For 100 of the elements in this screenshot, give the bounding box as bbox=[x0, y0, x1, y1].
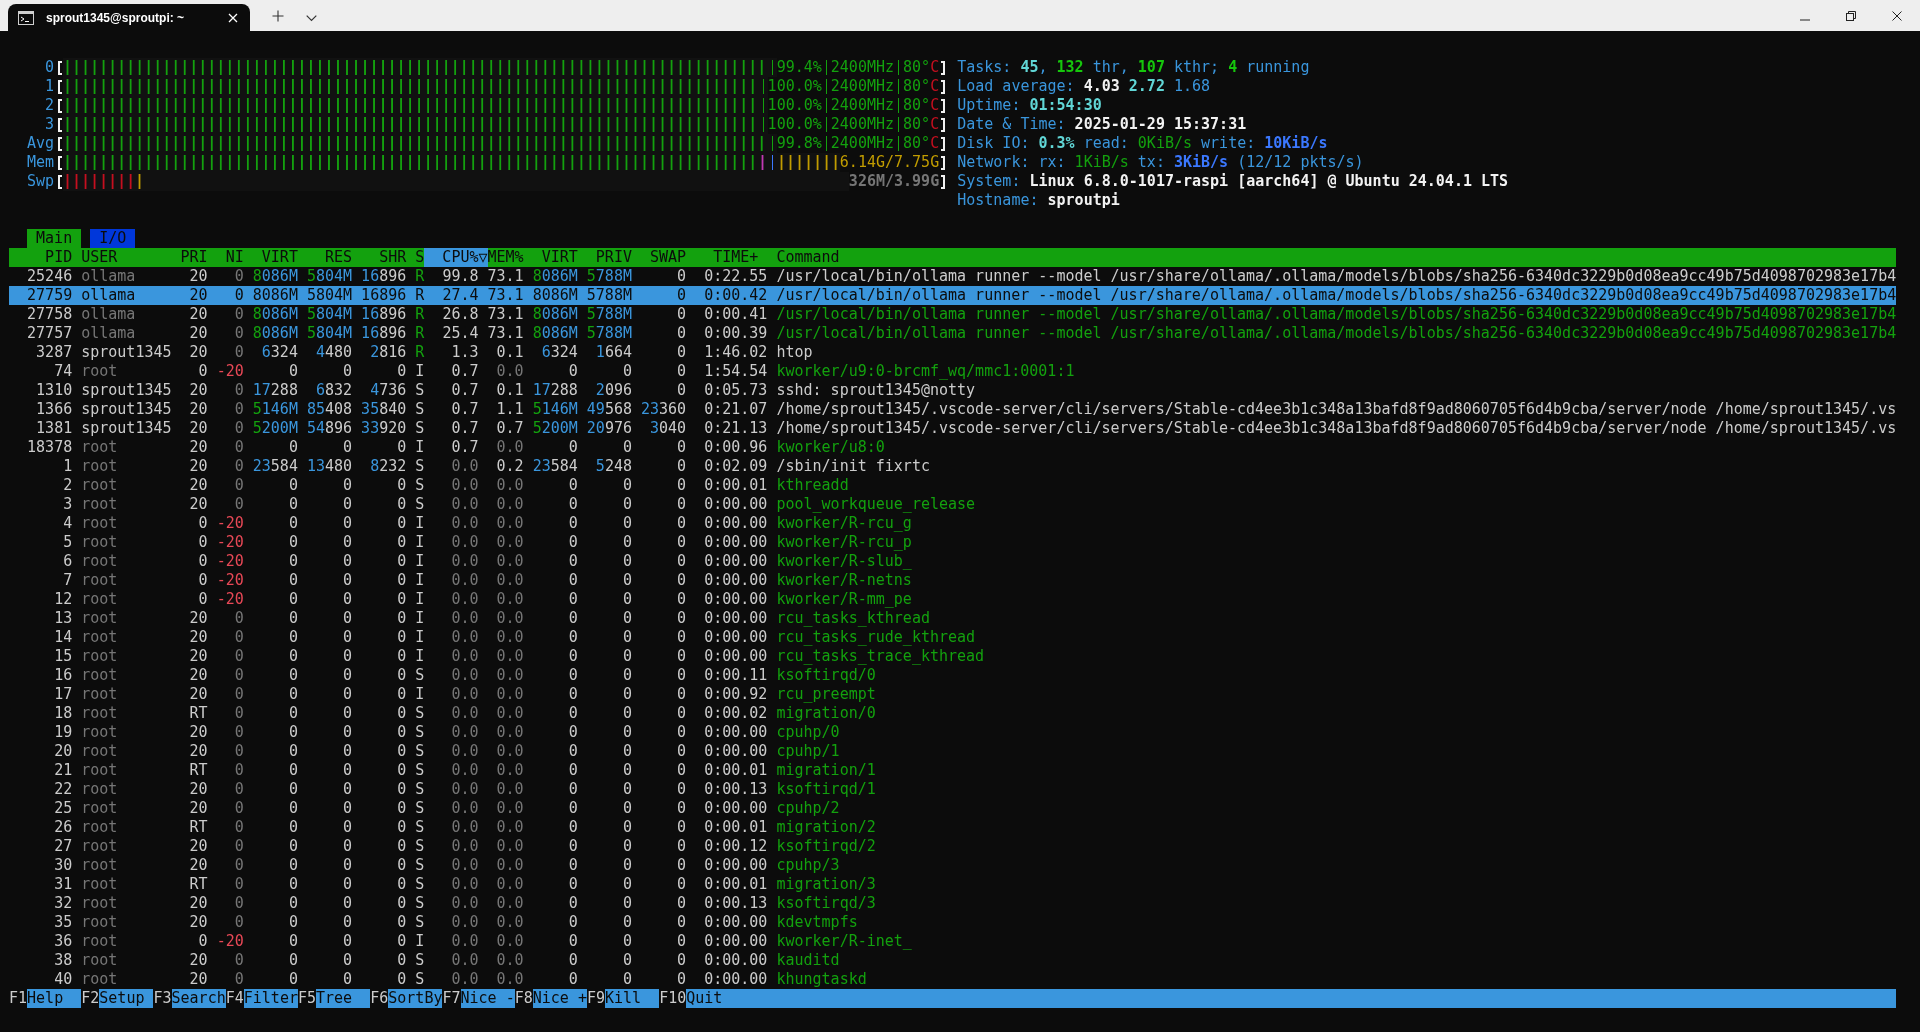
process-row[interactable]: 35 root 20 0 0 0 0 S 0.0 0.0 0 0 0 0:00.00 kdevtmpfs bbox=[9, 913, 1897, 932]
process-row[interactable]: 38 root 20 0 0 0 0 S 0.0 0.0 0 0 0 0:00.00 kauditd bbox=[9, 951, 1897, 970]
process-row[interactable]: 27757 ollama 20 0 8086M 5804M 16896 R 25.4 73.1 8086M 5788M 0 0:00.39 /usr/local/bin/ollama runner --model /usr/share/ollama/.ollama/models/blobs/sha256-6340dc3229b0d08ea9cc49b75d4098702983e17b4 bbox=[9, 324, 1897, 343]
column-header[interactable]: USER bbox=[72, 248, 181, 267]
frequency-reading: 2400MHz bbox=[830, 115, 895, 134]
terminal-tab[interactable]: sprout1345@sproutpi: ~ bbox=[8, 4, 250, 31]
process-row[interactable]: 1366 sprout1345 20 0 5146M 85408 35840 S 0.7 1.1 5146M 49568 23360 0:21.07 /home/sprout1345/.vscode-server/cli/servers/Stable-cd4ee3b1c348a13bafd8f9ad8060705f6d4b9cba/server/node /home/sprout1345/.vs bbox=[9, 400, 1897, 419]
function-key-button[interactable]: SortBy bbox=[388, 989, 443, 1008]
process-row[interactable]: 32 root 20 0 0 0 0 S 0.0 0.0 0 0 0 0:00.13 ksoftirqd/3 bbox=[9, 894, 1897, 913]
process-row[interactable]: 20 root 20 0 0 0 0 S 0.0 0.0 0 0 0 0:00.00 cpuhp/1 bbox=[9, 742, 1897, 761]
plus-icon[interactable] bbox=[272, 10, 284, 22]
process-row[interactable]: 74 root 0 -20 0 0 0 I 0.7 0.0 0 0 0 1:54.54 kworker/u9:0-brcmf_wq/mmc1:0001:1 bbox=[9, 362, 1897, 381]
function-key-button[interactable]: Help bbox=[27, 989, 82, 1008]
table-cell-text: 74 bbox=[53, 362, 73, 381]
column-header[interactable]: PRI bbox=[180, 248, 208, 267]
process-row[interactable]: 18 root RT 0 0 0 0 S 0.0 0.0 0 0 0 0:00.02 migration/0 bbox=[9, 704, 1897, 723]
table-cell-text: 0 bbox=[342, 609, 353, 628]
process-row[interactable]: 1310 sprout1345 20 0 17288 6832 4736 S 0.7 0.1 17288 2096 0 0:05.73 sshd: sprout1345@notty bbox=[9, 381, 1897, 400]
process-row[interactable]: 4 root 0 -20 0 0 0 I 0.0 0.0 0 0 0 0:00.00 kworker/R-rcu_g bbox=[9, 514, 1897, 533]
process-row[interactable]: 26 root RT 0 0 0 0 S 0.0 0.0 0 0 0 0:00.01 migration/2 bbox=[9, 818, 1897, 837]
column-header[interactable]: PID bbox=[9, 248, 73, 267]
process-row[interactable]: 13 root 20 0 0 0 0 I 0.0 0.0 0 0 0 0:00.00 rcu_tasks_kthread bbox=[9, 609, 1897, 628]
table-cell-text: 27759 bbox=[26, 286, 73, 305]
function-key-button[interactable]: Nice + bbox=[532, 989, 587, 1008]
table-cell-text: migration/2 bbox=[775, 818, 877, 837]
table-cell-text: 0 bbox=[676, 742, 687, 761]
close-icon[interactable] bbox=[1892, 11, 1902, 21]
process-row[interactable]: 3 root 20 0 0 0 0 S 0.0 0.0 0 0 0 0:00.00 pool_workqueue_release bbox=[9, 495, 1897, 514]
process-row[interactable]: 6 root 0 -20 0 0 0 I 0.0 0.0 0 0 0 0:00.00 kworker/R-slub_ bbox=[9, 552, 1897, 571]
process-row[interactable]: 2 root 20 0 0 0 0 S 0.0 0.0 0 0 0 0:00.01 kthreadd bbox=[9, 476, 1897, 495]
process-row[interactable]: 7 root 0 -20 0 0 0 I 0.0 0.0 0 0 0 0:00.00 kworker/R-netns bbox=[9, 571, 1897, 590]
column-header[interactable]: SHR bbox=[352, 248, 407, 267]
process-row[interactable]: 25246 ollama 20 0 8086M 5804M 16896 R 99.8 73.1 8086M 5788M 0 0:22.55 /usr/local/bin/ollama runner --model /usr/share/ollama/.ollama/models/blobs/sha256-6340dc3229b0d08ea9cc49b75d4098702983e17b4 bbox=[9, 267, 1897, 286]
process-row[interactable]: 1 root 20 0 23584 13480 8232 S 0.0 0.2 23584 5248 0 0:02.09 /sbin/init fixrtc bbox=[9, 457, 1897, 476]
process-row[interactable]: 18378 root 20 0 0 0 0 I 0.7 0.0 0 0 0 0:00.96 kworker/u8:0 bbox=[9, 438, 1897, 457]
table-cell-text: root bbox=[80, 799, 119, 818]
table-cell-text: 27758 bbox=[26, 305, 73, 324]
column-header[interactable]: Command bbox=[767, 248, 1897, 267]
table-cell-text: 0 bbox=[233, 609, 244, 628]
function-key-button[interactable]: Search bbox=[171, 989, 226, 1008]
column-header[interactable]: RES bbox=[297, 248, 353, 267]
column-header[interactable]: NI bbox=[207, 248, 244, 267]
function-key-button[interactable]: Quit bbox=[686, 989, 1897, 1008]
table-cell-text: 0 bbox=[342, 438, 353, 457]
table-cell-text: 20 bbox=[188, 647, 208, 666]
process-row[interactable]: 27 root 20 0 0 0 0 S 0.0 0.0 0 0 0 0:00.12 ksoftirqd/2 bbox=[9, 837, 1897, 856]
function-key-button[interactable]: Nice - bbox=[460, 989, 515, 1008]
function-key-button[interactable]: Kill bbox=[605, 989, 660, 1008]
process-row[interactable]: 22 root 20 0 0 0 0 S 0.0 0.0 0 0 0 0:00.13 ksoftirqd/1 bbox=[9, 780, 1897, 799]
table-cell-text: RT bbox=[188, 818, 208, 837]
table-cell-text: root bbox=[80, 685, 119, 704]
process-row[interactable]: 36 root 0 -20 0 0 0 I 0.0 0.0 0 0 0 0:00.00 kworker/R-inet_ bbox=[9, 932, 1897, 951]
process-row[interactable]: 27759 ollama 20 0 8086M 5804M 16896 R 27.4 73.1 8086M 5788M 0 0:00.42 /usr/local/bin/ollama runner --model /usr/share/ollama/.ollama/models/blobs/sha256-6340dc3229b0d08ea9cc49b75d4098702983e17b4 bbox=[9, 286, 1897, 305]
column-header[interactable]: MEM% bbox=[487, 248, 524, 267]
table-cell-text: 0 bbox=[342, 894, 353, 913]
table-cell-text: 0 bbox=[621, 913, 632, 932]
process-row[interactable]: 21 root RT 0 0 0 0 S 0.0 0.0 0 0 0 0:00.01 migration/1 bbox=[9, 761, 1897, 780]
table-cell-text: 0:00.92 bbox=[703, 685, 768, 704]
temperature-reading: 80°C bbox=[903, 77, 940, 96]
table-cell-text: 0 bbox=[621, 742, 632, 761]
table-cell-text: 0 bbox=[342, 875, 353, 894]
table-cell-text: /home/sprout1345/.vscode-server/cli/servers/Stable-cd4ee3b1c348a13bafd8f9ad8060705f6d4b9cba/server/node /home/sprout1345/.vs bbox=[775, 419, 1897, 438]
process-row[interactable]: 40 root 20 0 0 0 0 S 0.0 0.0 0 0 0 0:00.00 khungtaskd bbox=[9, 970, 1897, 989]
process-row[interactable]: 31 root RT 0 0 0 0 S 0.0 0.0 0 0 0 0:00.01 migration/3 bbox=[9, 875, 1897, 894]
process-row[interactable]: 30 root 20 0 0 0 0 S 0.0 0.0 0 0 0 0:00.00 cpuhp/3 bbox=[9, 856, 1897, 875]
table-cell-text: 0 bbox=[396, 685, 407, 704]
table-cell-text: 0.0 bbox=[450, 970, 480, 989]
process-row[interactable]: 19 root 20 0 0 0 0 S 0.0 0.0 0 0 0 0:00.00 cpuhp/0 bbox=[9, 723, 1897, 742]
column-header[interactable]: VIRT bbox=[243, 248, 298, 267]
column-header[interactable]: TIME+ bbox=[686, 248, 768, 267]
process-row[interactable]: 16 root 20 0 0 0 0 S 0.0 0.0 0 0 0 0:00.11 ksoftirqd/0 bbox=[9, 666, 1897, 685]
table-cell-text: 0.0 bbox=[495, 514, 524, 533]
process-row[interactable]: 5 root 0 -20 0 0 0 I 0.0 0.0 0 0 0 0:00.00 kworker/R-rcu_p bbox=[9, 533, 1897, 552]
process-row[interactable]: 12 root 0 -20 0 0 0 I 0.0 0.0 0 0 0 0:00.00 kworker/R-mm_pe bbox=[9, 590, 1897, 609]
process-row[interactable]: 14 root 20 0 0 0 0 I 0.0 0.0 0 0 0 0:00.00 rcu_tasks_rude_kthread bbox=[9, 628, 1897, 647]
column-header[interactable]: VIRT bbox=[523, 248, 578, 267]
process-row[interactable]: 3287 sprout1345 20 0 6324 4480 2816 R 1.3 0.1 6324 1664 0 1:46.02 htop bbox=[9, 343, 1897, 362]
process-row[interactable]: 27758 ollama 20 0 8086M 5804M 16896 R 26.8 73.1 8086M 5788M 0 0:00.41 /usr/local/bin/ollama runner --model /usr/share/ollama/.ollama/models/blobs/sha256-6340dc3229b0d08ea9cc49b75d4098702983e17b4 bbox=[9, 305, 1897, 324]
process-row[interactable]: 15 root 20 0 0 0 0 I 0.0 0.0 0 0 0 0:00.00 rcu_tasks_trace_kthread bbox=[9, 647, 1897, 666]
table-cell-text: cpuhp/2 bbox=[775, 799, 841, 818]
table-cell-text: I bbox=[414, 932, 425, 951]
restore-icon[interactable] bbox=[1846, 11, 1856, 21]
table-cell-text: 0 bbox=[676, 647, 687, 666]
table-cell-text: 5788M bbox=[585, 286, 632, 305]
screen-tab[interactable]: Main bbox=[27, 229, 82, 248]
function-key-button[interactable]: Setup bbox=[99, 989, 154, 1008]
column-header[interactable]: CPU%▽ bbox=[424, 248, 488, 267]
table-cell-text: root bbox=[80, 970, 119, 989]
process-row[interactable]: 17 root 20 0 0 0 0 I 0.0 0.0 0 0 0 0:00.92 rcu_preempt bbox=[9, 685, 1897, 704]
table-cell-text: 0.0 bbox=[495, 685, 524, 704]
column-header[interactable]: PRIV bbox=[577, 248, 632, 267]
column-header[interactable]: SWAP bbox=[631, 248, 687, 267]
table-cell-text: 0 bbox=[676, 609, 687, 628]
chevron-down-icon[interactable] bbox=[306, 15, 317, 22]
function-key-button[interactable]: Filter bbox=[243, 989, 298, 1008]
function-key-button[interactable]: Tree bbox=[316, 989, 371, 1008]
process-row[interactable]: 1381 sprout1345 20 0 5200M 54896 33920 S 0.7 0.7 5200M 20976 3040 0:21.13 /home/sprout1345/.vscode-server/cli/servers/Stable-cd4ee3b1c348a13bafd8f9ad8060705f6d4b9cba/server/node /home/sprout1345/.vs bbox=[9, 419, 1897, 438]
column-header[interactable]: S bbox=[406, 248, 425, 267]
table-cell-text: 25 bbox=[53, 799, 73, 818]
process-row[interactable]: 25 root 20 0 0 0 0 S 0.0 0.0 0 0 0 0:00.00 cpuhp/2 bbox=[9, 799, 1897, 818]
